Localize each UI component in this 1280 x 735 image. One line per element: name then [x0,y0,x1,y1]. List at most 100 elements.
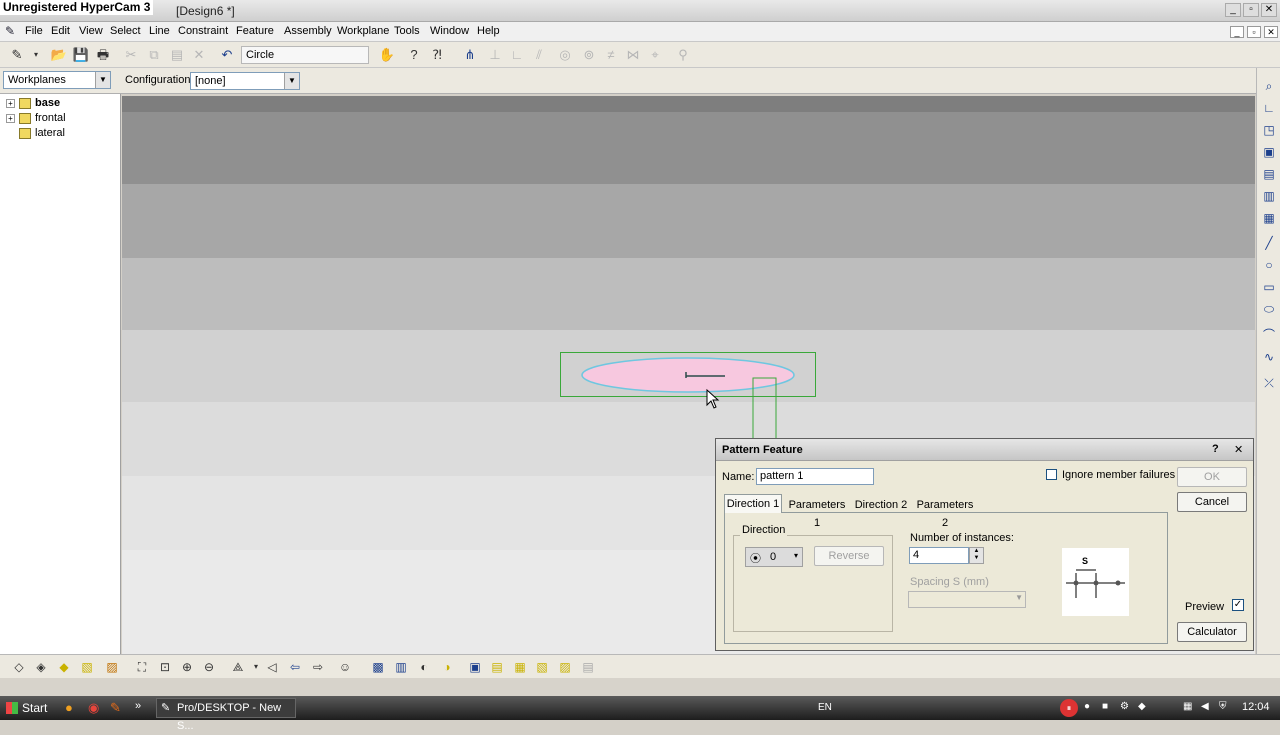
feature-5-icon[interactable]: ▣ [466,658,484,676]
feature-3-icon[interactable]: ◐ [415,658,433,676]
shaded-icon[interactable]: ◆ [55,658,73,676]
rectangle-tool-icon[interactable]: ▭ [1260,278,1278,296]
zoom-in-icon[interactable]: ⊕ [178,658,196,676]
look-at-icon[interactable]: ◁ [263,658,281,676]
tree-item-base[interactable]: + base [6,96,60,111]
paste-icon[interactable]: ▤ [168,46,186,64]
select-tool-icon[interactable]: ✎ [8,46,26,64]
workplane-new-icon[interactable]: ◳ [1260,121,1278,139]
symmetric-icon[interactable]: ⋈ [624,46,642,64]
network-icon[interactable]: ▦ [1183,701,1192,712]
feature-10-icon[interactable]: ▤ [579,658,597,676]
volume-icon[interactable]: ◀ [1201,701,1209,712]
name-field[interactable]: pattern 1 [756,468,874,485]
shaded-edges-icon[interactable]: ▧ [78,658,96,676]
view-orient-icon[interactable]: ⟁ [229,658,247,676]
feature-9-icon[interactable]: ▨ [556,658,574,676]
tray-icon-3[interactable]: ⚙ [1120,701,1129,712]
menu-tools[interactable]: Tools [394,25,420,37]
menu-select[interactable]: Select [110,25,141,37]
enhanced-shading-icon[interactable]: ▨ [103,658,121,676]
instances-field[interactable]: 4 [909,547,969,564]
print-icon[interactable]: 🖶 [94,46,112,64]
menu-edit[interactable]: Edit [51,25,70,37]
feature-2-icon[interactable]: ▥ [392,658,410,676]
extrude-icon[interactable]: ▣ [1260,143,1278,161]
cut-icon[interactable]: ✂ [122,46,140,64]
hidden-line-icon[interactable]: ◈ [32,658,50,676]
circle-tool-icon[interactable]: ○ [1260,256,1278,274]
instances-spinner[interactable]: ▲ ▼ [969,547,984,564]
ok-button[interactable]: OK [1177,467,1247,487]
app-launcher-icon[interactable]: ✎ [110,700,121,716]
tab-direction-1[interactable]: Direction 1 [724,494,782,513]
feature-1-icon[interactable]: ▩ [369,658,387,676]
minimize-button[interactable]: _ [1225,3,1241,17]
menu-constraint[interactable]: Constraint [178,25,228,37]
equal-icon[interactable]: ≠ [602,46,620,64]
undo-icon[interactable]: ↶ [218,46,236,64]
tangent-icon[interactable]: ◎ [556,46,574,64]
clock[interactable]: 12:04 [1242,701,1270,713]
delete-icon[interactable]: ✕ [190,46,208,64]
close-button[interactable]: ✕ [1261,3,1277,17]
feature-4-icon[interactable]: ◑ [438,658,456,676]
cancel-button[interactable]: Cancel [1177,492,1247,512]
language-indicator[interactable]: EN [818,702,832,713]
tray-icon-2[interactable]: ■ [1102,701,1108,712]
mdi-close-button[interactable]: ✕ [1264,26,1278,38]
maximize-button[interactable]: ▫ [1243,3,1259,17]
zoom-window-icon[interactable]: ⊡ [156,658,174,676]
loft-icon[interactable]: ▦ [1260,209,1278,227]
previous-view-icon[interactable]: ⇦ [286,658,304,676]
help-icon[interactable]: ? [405,46,423,64]
feature-6-icon[interactable]: ▤ [488,658,506,676]
mdi-restore-button[interactable]: ▫ [1247,26,1261,38]
select-tool-dropdown-icon[interactable]: ▾ [27,46,45,64]
revolve-icon[interactable]: ▤ [1260,165,1278,183]
spacing-field[interactable]: ▼ [908,591,1026,608]
zoom-fit-icon[interactable]: ⛶ [133,658,151,676]
direction-select[interactable]: ⦿ 0 ▾ [745,547,803,567]
save-icon[interactable]: 💾 [72,46,90,64]
copy-icon[interactable]: ⧉ [145,46,163,64]
menu-line[interactable]: Line [149,25,170,37]
angle-icon[interactable]: ∟ [508,46,526,64]
line-tool-icon[interactable]: ╱ [1260,234,1278,252]
arc-tool-icon[interactable]: ⌒ [1260,326,1278,344]
smiley-icon[interactable]: ☺ [336,658,354,676]
open-icon[interactable]: 📂 [50,46,68,64]
view-select-icon[interactable]: ⌕ [1260,77,1278,95]
menu-assembly[interactable]: Assembly [284,25,332,37]
perpendicular-icon[interactable]: ⊥ [486,46,504,64]
preview-checkbox[interactable]: ✓ [1232,599,1244,611]
firefox-icon[interactable]: ● [65,700,73,715]
axis-icon[interactable]: ∟ [1260,99,1278,117]
measure-icon[interactable]: ⚲ [674,46,692,64]
help-button[interactable]: ? [1212,443,1219,455]
menu-feature[interactable]: Feature [236,25,274,37]
sweep-icon[interactable]: ▥ [1260,187,1278,205]
next-view-icon[interactable]: ⇨ [309,658,327,676]
menu-file[interactable]: File [25,25,43,37]
tree-item-frontal[interactable]: + frontal [6,111,66,126]
wireframe-icon[interactable]: ◇ [10,658,28,676]
configuration-select[interactable]: [none] ▼ [190,72,300,90]
tray-icon-1[interactable]: ● [1084,701,1090,712]
ignore-failures-checkbox[interactable] [1046,469,1057,480]
record-icon[interactable]: ⏸ [1060,699,1078,717]
feature-8-icon[interactable]: ▧ [533,658,551,676]
trim-tool-icon[interactable]: ⤫ [1260,374,1278,392]
ellipse-tool-icon[interactable]: ⬭ [1260,300,1278,318]
reverse-button[interactable]: Reverse [814,546,884,566]
context-help-icon[interactable]: ⁈ [428,46,446,64]
menu-window[interactable]: Window [430,25,469,37]
taskbar-item-prodesktop[interactable]: ✎ Pro/DESKTOP - New S... [156,698,296,732]
constraint-icon[interactable]: ⋔ [461,46,479,64]
tree-item-lateral[interactable]: lateral [6,126,65,141]
spline-tool-icon[interactable]: ∿ [1260,348,1278,366]
dialog-title-bar[interactable]: Pattern Feature ? ✕ [716,439,1253,461]
zoom-out-icon[interactable]: ⊖ [200,658,218,676]
pan-icon[interactable]: ✋ [378,46,396,64]
workplanes-select[interactable]: Workplanes ▼ [3,71,111,89]
